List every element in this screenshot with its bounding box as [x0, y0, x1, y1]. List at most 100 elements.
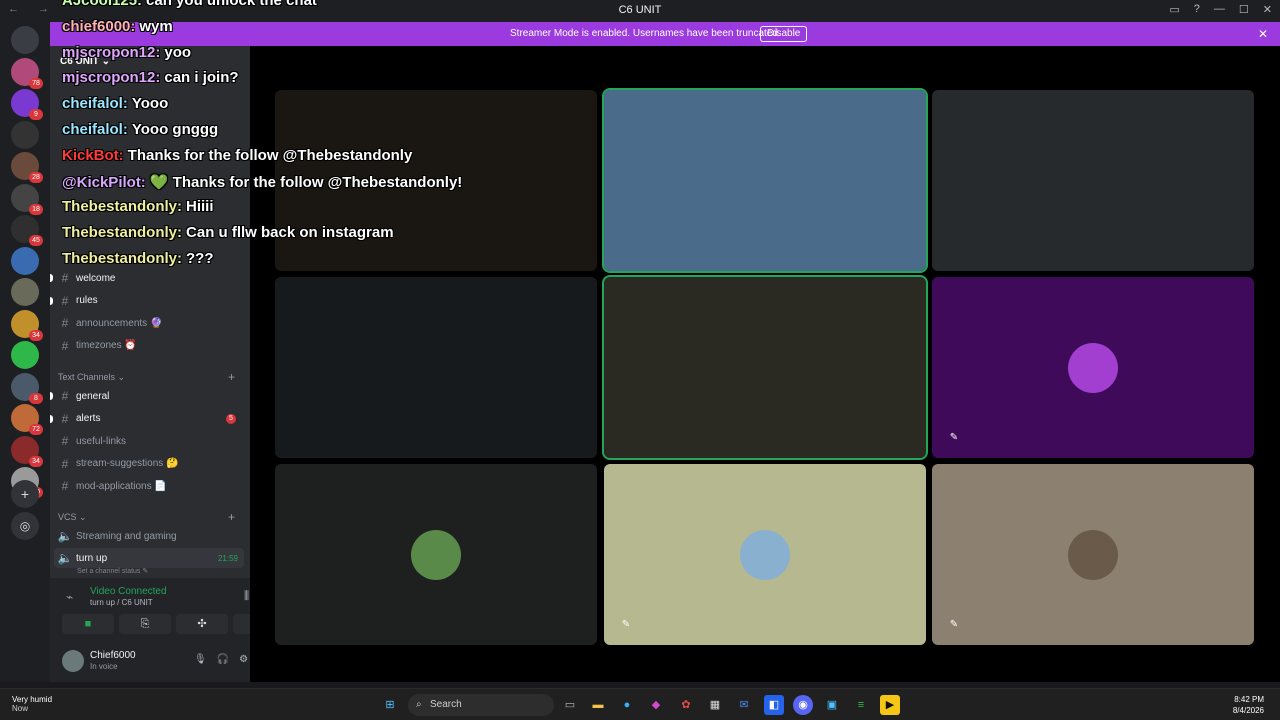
help-icon[interactable]: ?: [1194, 3, 1200, 16]
mention-badge: 72: [29, 424, 43, 435]
microphone-icon[interactable]: 🎙: [194, 654, 207, 665]
chat-message: @KickPilot: 💚 Thanks for the follow @Theb…: [62, 173, 462, 191]
chat-message: mjscropon12: can i join?: [62, 69, 239, 86]
video-tile[interactable]: [275, 464, 597, 645]
server-icon[interactable]: 72: [11, 404, 43, 435]
disable-button[interactable]: Disable: [760, 26, 808, 42]
muted-microphone-icon: ✎: [949, 432, 959, 443]
participant-avatar: [1068, 529, 1118, 580]
chat-message: Thebestandonly:???: [62, 250, 214, 267]
server-icon[interactable]: 45: [11, 215, 43, 246]
avatar[interactable]: [62, 650, 84, 672]
video-tile[interactable]: ✎: [604, 464, 926, 645]
chat-text: yoo: [164, 43, 192, 61]
app-icon[interactable]: ≡: [851, 695, 871, 715]
mention-badge: 18: [29, 203, 43, 215]
server-icon[interactable]: [11, 120, 39, 149]
voice-timer: 21:59: [217, 553, 238, 563]
camera-button[interactable]: ■: [62, 614, 114, 634]
noise-suppression-icon[interactable]: ⫼: [244, 590, 249, 603]
search-placeholder: Search: [430, 699, 462, 710]
channel-item[interactable]: # alerts 5: [50, 409, 244, 429]
channel-label: announcements 🔮: [76, 317, 163, 329]
channel-item[interactable]: # timezones ⏰: [54, 336, 244, 356]
server-icon[interactable]: [11, 341, 39, 369]
discord-icon[interactable]: ◉: [793, 695, 813, 715]
app-icon[interactable]: ✿: [676, 695, 696, 715]
voice-status: Video Connected: [90, 586, 167, 597]
voice-location[interactable]: turn up / C6 UNIT: [90, 598, 153, 607]
server-icon[interactable]: 28: [11, 152, 43, 183]
chat-text: Can u fllw back on instagram: [186, 224, 394, 242]
search-input[interactable]: ⌕ Search: [408, 694, 554, 716]
participant-avatar: [1068, 342, 1118, 393]
clock[interactable]: 8:42 PM 8/4/2026: [1233, 694, 1264, 716]
channel-item[interactable]: # announcements 🔮: [54, 313, 244, 333]
headphones-icon[interactable]: 🎧: [217, 654, 229, 665]
hash-icon: #: [61, 316, 69, 331]
chat-username: Thebestandonly:: [62, 198, 183, 216]
video-tile[interactable]: ✎: [932, 277, 1254, 458]
server-icon[interactable]: 34: [11, 435, 43, 467]
video-tile[interactable]: [602, 88, 928, 273]
activities-button[interactable]: ✣: [176, 614, 228, 634]
server-icon[interactable]: 9: [11, 89, 43, 120]
task-view-icon[interactable]: ▭: [560, 695, 580, 715]
channel-item[interactable]: # rules: [50, 291, 244, 311]
mention-badge: 5: [226, 413, 236, 424]
app-icon[interactable]: ▶: [880, 695, 900, 715]
channel-item[interactable]: # mod-applications 📄: [54, 476, 244, 496]
edge-icon[interactable]: ●: [617, 695, 637, 715]
channel-item[interactable]: # stream-suggestions 🤔: [54, 454, 244, 474]
channel-status-prompt[interactable]: Set a channel status ✎: [77, 567, 148, 575]
chat-username: mjscropon12:: [62, 43, 161, 61]
channel-item[interactable]: # general: [50, 386, 244, 406]
video-tile[interactable]: [275, 277, 597, 458]
hash-icon: #: [61, 271, 69, 285]
chat-username: @KickPilot:: [62, 173, 146, 191]
channel-item[interactable]: # useful-links: [54, 431, 244, 451]
voice-channel-streaming[interactable]: 🔈 Streaming and gaming: [54, 526, 244, 546]
copilot-icon[interactable]: ◆: [646, 695, 666, 715]
server-icon[interactable]: 78: [11, 57, 43, 89]
category-text-channels[interactable]: Text Channels ⌄ +: [58, 370, 235, 384]
start-icon[interactable]: ⊞: [380, 695, 400, 715]
add-voice-channel-icon[interactable]: +: [228, 510, 235, 524]
minimize-button[interactable]: —: [1214, 3, 1225, 16]
server-icon[interactable]: 34: [11, 309, 43, 341]
weather-widget[interactable]: Very humid Now: [12, 695, 52, 713]
video-tile[interactable]: ✎: [932, 464, 1254, 645]
video-tile[interactable]: [602, 275, 928, 460]
category-vcs[interactable]: VCS ⌄ +: [58, 510, 235, 524]
add-server-icon[interactable]: +: [11, 480, 39, 508]
add-channel-icon[interactable]: +: [228, 370, 235, 384]
close-icon[interactable]: ✕: [1258, 27, 1268, 41]
chat-message: chief6000: wym: [62, 18, 173, 35]
voice-channel-turn-up[interactable]: 🔈 turn up 21:59: [54, 548, 244, 568]
server-icon[interactable]: [11, 278, 39, 306]
file-explorer-icon[interactable]: ▬: [588, 695, 608, 715]
voice-channel-label: Streaming and gaming: [76, 530, 177, 542]
server-icon[interactable]: 8: [11, 372, 43, 404]
close-button[interactable]: ✕: [1263, 3, 1272, 16]
server-list: 789281845348723430+◎: [0, 22, 50, 682]
maximize-button[interactable]: ☐: [1239, 3, 1249, 16]
channel-item[interactable]: # welcome: [50, 268, 244, 288]
discover-icon[interactable]: ◎: [11, 512, 39, 540]
unread-indicator: [50, 392, 53, 400]
chat-text: Thanks for the follow @Thebestandonly: [127, 146, 413, 164]
server-icon[interactable]: [11, 246, 39, 275]
chat-text: wym: [139, 17, 173, 35]
store-icon[interactable]: ▦: [705, 695, 725, 715]
taskbar: Very humid Now ⊞ ⌕ Search ▭ ▬ ● ◆ ✿ ▦ ✉ …: [0, 688, 1280, 720]
mail-icon[interactable]: ✉: [734, 695, 754, 715]
monitor-icon[interactable]: ▣: [822, 695, 842, 715]
server-icon[interactable]: 18: [11, 183, 43, 215]
screen-share-button[interactable]: ⎘: [119, 614, 171, 634]
chat-username: Thebestandonly:: [62, 250, 183, 267]
video-tile[interactable]: [932, 90, 1254, 271]
app-icon[interactable]: ◧: [764, 695, 784, 715]
server-icon[interactable]: [11, 26, 39, 54]
inbox-icon[interactable]: ▭: [1169, 3, 1179, 16]
gear-icon[interactable]: ⚙: [239, 654, 248, 665]
